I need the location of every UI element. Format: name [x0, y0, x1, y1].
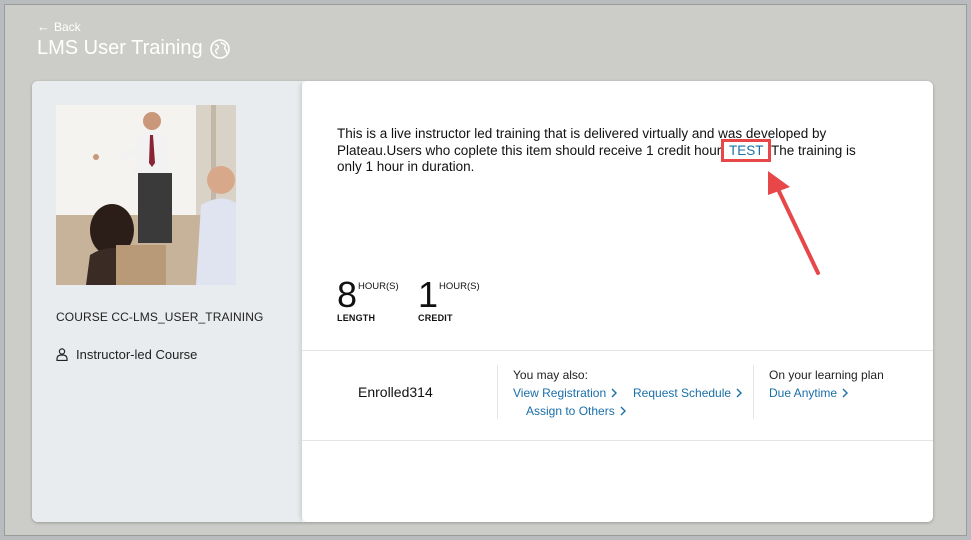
course-type: Instructor-led Course [56, 347, 197, 362]
course-sidebar: COURSE CC-LMS_USER_TRAINING Instructor-l… [32, 81, 302, 522]
credit-value: 1 [418, 274, 439, 315]
course-image [56, 105, 236, 285]
course-details: This is a live instructor led training t… [302, 81, 933, 522]
request-schedule-link[interactable]: Request Schedule [633, 386, 743, 400]
chevron-right-icon [620, 406, 626, 416]
chevron-right-icon [842, 388, 849, 398]
length-value: 8 [337, 274, 358, 315]
person-icon [56, 348, 68, 361]
actions-title: You may also: [513, 368, 588, 382]
view-registration-label: View Registration [513, 386, 607, 400]
arrow-left-icon: ← [37, 19, 50, 34]
length-unit: HOUR(S) [358, 281, 399, 292]
length-stat: 8HOUR(S) LENGTH [337, 274, 399, 324]
globe-icon[interactable] [209, 38, 231, 60]
credit-stat: 1HOUR(S) CREDIT [418, 274, 480, 324]
back-link[interactable]: ← Back [37, 19, 81, 34]
chevron-right-icon [611, 388, 618, 398]
assign-to-others-label: Assign to Others [526, 404, 615, 418]
course-type-label: Instructor-led Course [76, 347, 198, 362]
due-anytime-link[interactable]: Due Anytime [769, 386, 849, 400]
back-label: Back [54, 19, 81, 34]
test-link[interactable]: TEST [721, 138, 772, 162]
course-description: This is a live instructor led training t… [337, 126, 882, 176]
credit-label: CREDIT [418, 313, 453, 323]
page-title: LMS User Training [37, 37, 231, 60]
page-title-text: LMS User Training [37, 37, 203, 59]
credit-unit: HOUR(S) [439, 281, 480, 292]
chevron-right-icon [736, 388, 743, 398]
divider [497, 365, 498, 419]
learning-plan-title: On your learning plan [769, 368, 884, 382]
assign-to-others-link[interactable]: Assign to Others [526, 404, 626, 418]
course-code: COURSE CC-LMS_USER_TRAINING [56, 310, 264, 324]
request-schedule-label: Request Schedule [633, 386, 732, 400]
length-label: LENGTH [337, 313, 376, 323]
view-registration-link[interactable]: View Registration [513, 386, 618, 400]
enrollment-status: Enrolled314 [358, 384, 433, 400]
divider [302, 350, 933, 351]
due-anytime-label: Due Anytime [769, 386, 838, 400]
divider [302, 440, 933, 441]
course-card: COURSE CC-LMS_USER_TRAINING Instructor-l… [32, 81, 933, 522]
divider [753, 365, 754, 419]
